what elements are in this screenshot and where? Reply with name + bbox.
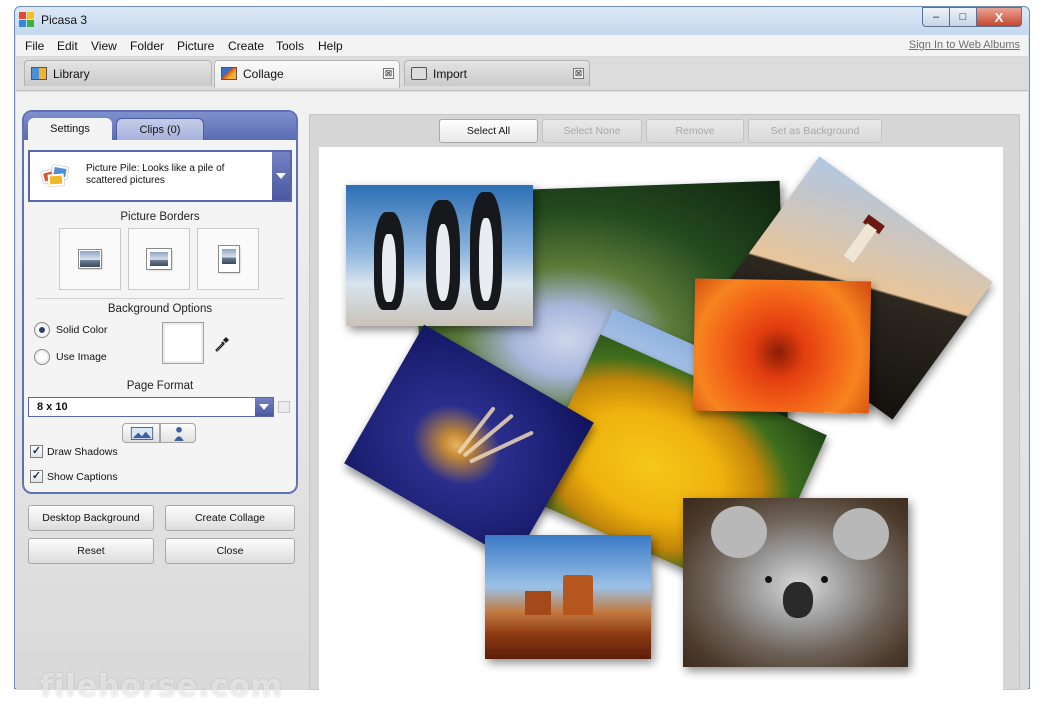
collage-style-label: Picture Pile: Looks like a pile of scatt…: [86, 163, 225, 186]
show-captions-label: Show Captions: [47, 471, 118, 483]
menu-bar: File Edit View Folder Picture Create Too…: [16, 35, 1028, 57]
collage-preview: Select All Select None Remove Set as Bac…: [309, 114, 1020, 693]
menu-folder[interactable]: Folder: [130, 39, 164, 53]
close-window-button[interactable]: X: [976, 7, 1022, 27]
penguin: [470, 192, 502, 310]
collage-canvas[interactable]: [319, 147, 1003, 693]
photo-desert-butte[interactable]: [485, 535, 651, 659]
menu-view[interactable]: View: [91, 39, 117, 53]
sign-in-link[interactable]: Sign In to Web Albums: [909, 39, 1020, 51]
menu-help[interactable]: Help: [318, 39, 343, 53]
create-collage-button[interactable]: Create Collage: [165, 505, 295, 531]
koala-ear: [833, 508, 889, 560]
preview-action-bar: Select All Select None Remove Set as Bac…: [310, 115, 1019, 147]
close-button[interactable]: Close: [165, 538, 295, 564]
portrait-orientation-button[interactable]: [160, 423, 196, 443]
use-image-radio[interactable]: [34, 349, 50, 365]
desert-butte: [563, 575, 593, 615]
collage-style-select[interactable]: Picture Pile: Looks like a pile of scatt…: [28, 150, 292, 202]
window-title: Picasa 3: [41, 13, 88, 27]
landscape-orientation-button[interactable]: [122, 423, 160, 443]
main-tab-strip: Library Collage ⊠ Import ⊠: [16, 57, 1028, 91]
koala-nose: [783, 582, 813, 618]
collage-settings-panel: Settings Clips (0) Picture Pile: Looks l…: [22, 110, 298, 494]
remove-button[interactable]: Remove: [646, 119, 744, 143]
panel-tab-bar: Settings Clips (0): [24, 112, 296, 140]
jellyfish-tentacle: [468, 430, 534, 464]
eyedropper-icon[interactable]: [214, 336, 230, 352]
koala-eye: [765, 576, 772, 583]
select-none-button[interactable]: Select None: [542, 119, 642, 143]
page-format-select[interactable]: 8 x 10: [28, 397, 274, 417]
tab-label: Collage: [243, 67, 284, 81]
menu-create[interactable]: Create: [228, 39, 264, 53]
draw-shadows-label: Draw Shadows: [47, 446, 118, 458]
background-color-swatch[interactable]: [162, 322, 204, 364]
menu-file[interactable]: File: [25, 39, 44, 53]
chevron-down-icon[interactable]: [272, 152, 290, 200]
camera-icon: [411, 67, 427, 80]
photo-koala[interactable]: [683, 498, 908, 667]
lighthouse-tower: [843, 223, 877, 263]
menu-tools[interactable]: Tools: [276, 39, 304, 53]
photo-penguins[interactable]: [346, 185, 533, 326]
landscape-icon: [130, 427, 154, 440]
use-image-label: Use Image: [56, 351, 107, 363]
tab-import[interactable]: Import ⊠: [404, 60, 590, 86]
library-grid-icon: [31, 67, 47, 80]
draw-shadows-checkbox[interactable]: ✓: [30, 445, 43, 458]
tab-clips[interactable]: Clips (0): [116, 118, 204, 140]
picasa-logo-icon: [19, 12, 35, 28]
background-options-title: Background Options: [107, 303, 213, 315]
picture-borders-title: Picture Borders: [120, 211, 200, 223]
menu-picture[interactable]: Picture: [177, 39, 214, 53]
close-tab-icon[interactable]: ⊠: [383, 68, 394, 79]
page-format-value: 8 x 10: [37, 401, 68, 413]
tab-settings[interactable]: Settings: [28, 118, 112, 140]
tab-label: Library: [53, 67, 90, 81]
maximize-button[interactable]: □: [949, 7, 977, 27]
border-option-polaroid[interactable]: [197, 228, 259, 290]
minimize-icon: –: [932, 11, 940, 23]
show-captions-checkbox[interactable]: ✓: [30, 470, 43, 483]
close-tab-icon[interactable]: ⊠: [573, 68, 584, 79]
set-as-background-button[interactable]: Set as Background: [748, 119, 882, 143]
solid-color-label: Solid Color: [56, 324, 108, 336]
picture-pile-icon: [40, 164, 72, 188]
border-polaroid-icon: [219, 246, 239, 272]
page-format-title: Page Format: [126, 380, 194, 392]
menu-edit[interactable]: Edit: [57, 39, 78, 53]
custom-format-button[interactable]: [278, 401, 290, 413]
tab-collage[interactable]: Collage ⊠: [214, 60, 400, 88]
maximize-icon: □: [959, 11, 967, 23]
desktop-background-button[interactable]: Desktop Background: [28, 505, 154, 531]
select-all-button[interactable]: Select All: [439, 119, 538, 143]
photo-orange-chrysanthemum[interactable]: [692, 278, 872, 414]
solid-color-radio[interactable]: [34, 322, 50, 338]
penguin: [426, 200, 460, 310]
koala-ear: [711, 506, 767, 558]
reset-button[interactable]: Reset: [28, 538, 154, 564]
watermark: filehorse.com: [40, 669, 283, 704]
divider: [36, 298, 284, 299]
border-none-icon: [79, 250, 101, 268]
minimize-button[interactable]: –: [922, 7, 950, 27]
collage-icon: [221, 67, 237, 80]
penguin: [374, 212, 404, 310]
title-bar[interactable]: Picasa 3 – □ X: [15, 7, 1029, 35]
border-white-icon: [147, 249, 171, 269]
koala-eye: [821, 576, 828, 583]
desert-butte: [525, 591, 551, 615]
border-option-white[interactable]: [128, 228, 190, 290]
app-window: Picasa 3 – □ X File Edit View Folder Pic…: [14, 6, 1030, 704]
chevron-down-icon[interactable]: [255, 398, 273, 416]
tab-library[interactable]: Library: [24, 60, 212, 86]
picasa-app: Picasa 3 – □ X File Edit View Folder Pic…: [0, 0, 1046, 704]
portrait-icon: [174, 426, 184, 441]
tab-label: Import: [433, 67, 468, 81]
border-option-none[interactable]: [59, 228, 121, 290]
close-icon: X: [994, 9, 1004, 25]
collage-workspace: Settings Clips (0) Picture Pile: Looks l…: [16, 92, 1028, 704]
